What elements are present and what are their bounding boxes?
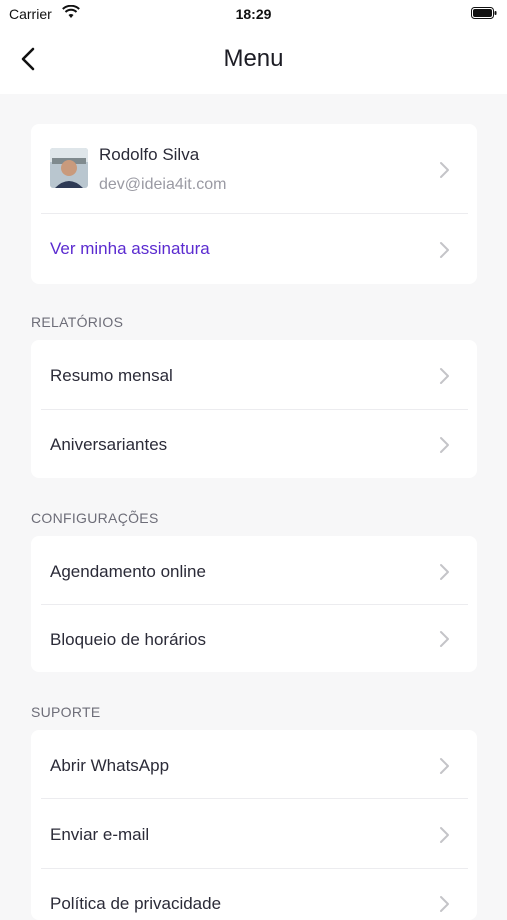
menu-item-label: Abrir WhatsApp: [50, 756, 170, 775]
menu-item-label: Bloqueio de horários: [50, 630, 206, 649]
user-email: dev@ideia4it.com: [99, 176, 227, 193]
menu-item-block-hours[interactable]: Bloqueio de horários: [31, 605, 477, 672]
battery-icon: [471, 7, 497, 19]
subscription-link-row[interactable]: Ver minha assinatura: [31, 214, 477, 284]
profile-row[interactable]: Rodolfo Silva dev@ideia4it.com: [31, 124, 477, 213]
settings-card: Agendamento online Bloqueio de horários: [31, 536, 477, 672]
menu-item-label: Resumo mensal: [50, 366, 173, 385]
profile-card: Rodolfo Silva dev@ideia4it.com Ver minha…: [31, 124, 477, 284]
chevron-right-icon: [440, 758, 449, 774]
section-title-settings: CONFIGURAÇÕES: [31, 510, 159, 526]
chevron-right-icon: [440, 896, 449, 912]
avatar-image: [50, 148, 88, 188]
chevron-right-icon: [440, 437, 449, 453]
menu-item-label: Enviar e-mail: [50, 825, 150, 844]
user-name: Rodolfo Silva: [99, 145, 200, 164]
menu-item-label: Aniversariantes: [50, 435, 168, 454]
menu-item-label: Política de privacidade: [50, 894, 222, 913]
status-bar: Carrier 18:29: [0, 0, 507, 30]
chevron-right-icon: [440, 827, 449, 843]
reports-card: Resumo mensal Aniversariantes: [31, 340, 477, 478]
menu-item-birthdays[interactable]: Aniversariantes: [31, 410, 477, 478]
navigation-bar: Menu: [0, 30, 507, 94]
chevron-right-icon: [440, 242, 449, 258]
menu-item-send-email[interactable]: Enviar e-mail: [31, 799, 477, 868]
menu-item-privacy-policy[interactable]: Política de privacidade: [31, 869, 477, 920]
chevron-right-icon: [440, 631, 449, 647]
page-title: Menu: [223, 45, 284, 72]
menu-item-online-scheduling[interactable]: Agendamento online: [31, 536, 477, 604]
menu-item-monthly-summary[interactable]: Resumo mensal: [31, 340, 477, 409]
avatar: [50, 148, 88, 188]
chevron-right-icon: [440, 162, 449, 178]
clock: 18:29: [235, 6, 272, 22]
menu-item-label: Agendamento online: [50, 562, 206, 581]
section-title-reports: RELATÓRIOS: [31, 314, 124, 330]
subscription-link[interactable]: Ver minha assinatura: [50, 239, 210, 259]
chevron-right-icon: [440, 564, 449, 580]
section-title-support: SUPORTE: [31, 704, 101, 720]
chevron-right-icon: [440, 368, 449, 384]
menu-item-open-whatsapp[interactable]: Abrir WhatsApp: [31, 730, 477, 798]
support-card: Abrir WhatsApp Enviar e-mail Política de…: [31, 730, 477, 920]
